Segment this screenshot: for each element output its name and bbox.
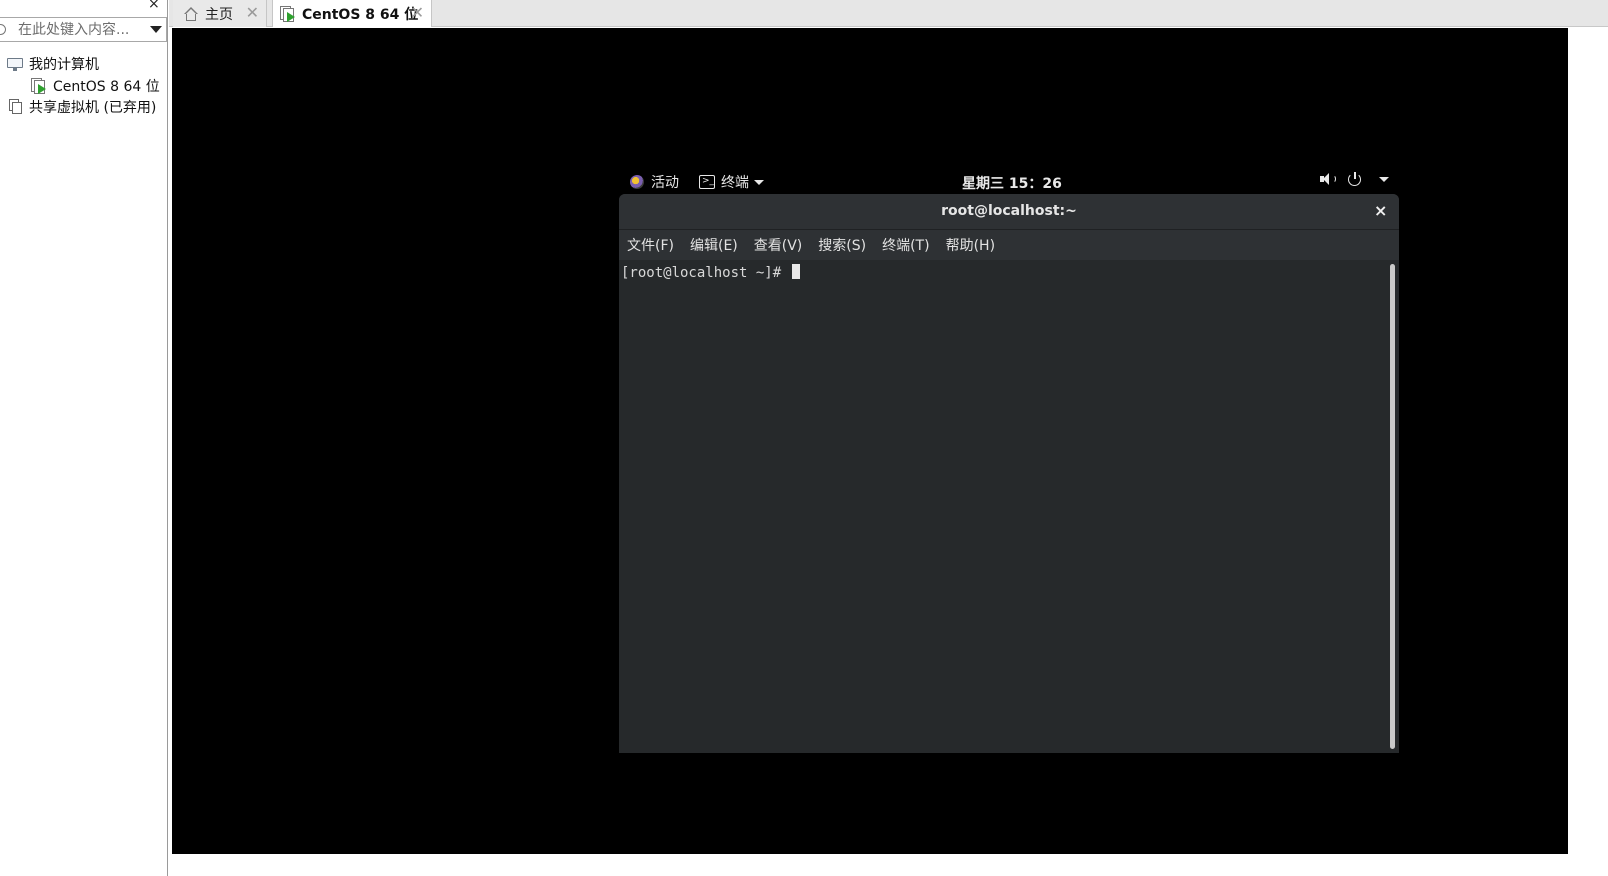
running-vm-icon	[31, 78, 47, 94]
menu-edit[interactable]: 编辑(E)	[690, 235, 738, 255]
terminal-app-icon: >_	[699, 175, 715, 189]
volume-icon	[1320, 172, 1336, 186]
tree-item-label: 我的计算机	[29, 57, 99, 73]
running-vm-icon	[280, 5, 296, 22]
activities-label: 活动	[651, 175, 679, 191]
shell-prompt: [root@localhost ~]#	[621, 265, 790, 281]
power-icon	[1348, 172, 1362, 186]
menu-file[interactable]: 文件(F)	[627, 235, 674, 255]
menu-terminal[interactable]: 终端(T)	[882, 235, 929, 255]
tab-bar: 主页 ✕ CentOS 8 64 位 ✕	[169, 0, 1608, 27]
menu-search[interactable]: 搜索(S)	[818, 235, 866, 255]
activities-button[interactable]: 活动	[630, 172, 679, 192]
text-cursor	[791, 264, 800, 279]
terminal-body[interactable]: [root@localhost ~]#	[619, 260, 1399, 753]
library-panel: × 我的计算机 CentOS 8 64 位 共享虚拟机 (已弃用)	[0, 0, 168, 876]
tab-label: 主页	[205, 6, 233, 23]
prompt-line: [root@localhost ~]#	[621, 264, 800, 281]
chevron-down-icon	[1379, 176, 1389, 182]
search-icon	[0, 24, 6, 35]
library-search-input[interactable]	[18, 20, 138, 39]
menu-view[interactable]: 查看(V)	[754, 235, 803, 255]
tree-item-centos-vm[interactable]: CentOS 8 64 位	[31, 76, 160, 96]
close-icon[interactable]: ×	[1374, 201, 1387, 220]
clock[interactable]: 星期三 15：26	[962, 173, 1062, 193]
terminal-menubar: 文件(F) 编辑(E) 查看(V) 搜索(S) 终端(T) 帮助(H)	[619, 230, 1399, 260]
menu-help[interactable]: 帮助(H)	[946, 235, 995, 255]
terminal-scrollbar[interactable]	[1390, 264, 1395, 749]
gnome-top-bar: 活动 >_ 终端 星期三 15：26	[620, 168, 1400, 194]
terminal-titlebar[interactable]: root@localhost:~ ×	[619, 194, 1399, 230]
gnome-logo-icon	[630, 175, 644, 189]
app-menu-button[interactable]: >_ 终端	[699, 172, 764, 192]
tree-item-label: 共享虚拟机 (已弃用)	[29, 100, 157, 116]
tab-label: CentOS 8 64 位	[302, 6, 419, 23]
tab-home[interactable]: 主页 ✕	[173, 0, 267, 27]
system-status-menu[interactable]	[1320, 172, 1389, 186]
app-menu-label: 终端	[721, 175, 749, 191]
terminal-window: root@localhost:~ × 文件(F) 编辑(E) 查看(V) 搜索(…	[619, 194, 1399, 753]
tree-item-my-computer[interactable]: 我的计算机	[7, 54, 99, 74]
library-search-box	[0, 17, 167, 42]
search-dropdown-icon[interactable]	[150, 26, 162, 33]
tab-close-icon[interactable]: ✕	[411, 3, 424, 22]
shared-vm-icon	[9, 99, 23, 115]
home-icon	[183, 6, 199, 21]
chevron-down-icon	[754, 179, 764, 185]
computer-icon	[7, 57, 23, 71]
tab-close-icon[interactable]: ✕	[246, 3, 259, 22]
library-close-button[interactable]: ×	[148, 0, 160, 11]
terminal-title: root@localhost:~	[941, 203, 1077, 219]
tree-item-shared-vms[interactable]: 共享虚拟机 (已弃用)	[9, 97, 156, 117]
tab-centos-vm[interactable]: CentOS 8 64 位 ✕	[272, 0, 432, 27]
tree-item-label: CentOS 8 64 位	[53, 79, 160, 95]
